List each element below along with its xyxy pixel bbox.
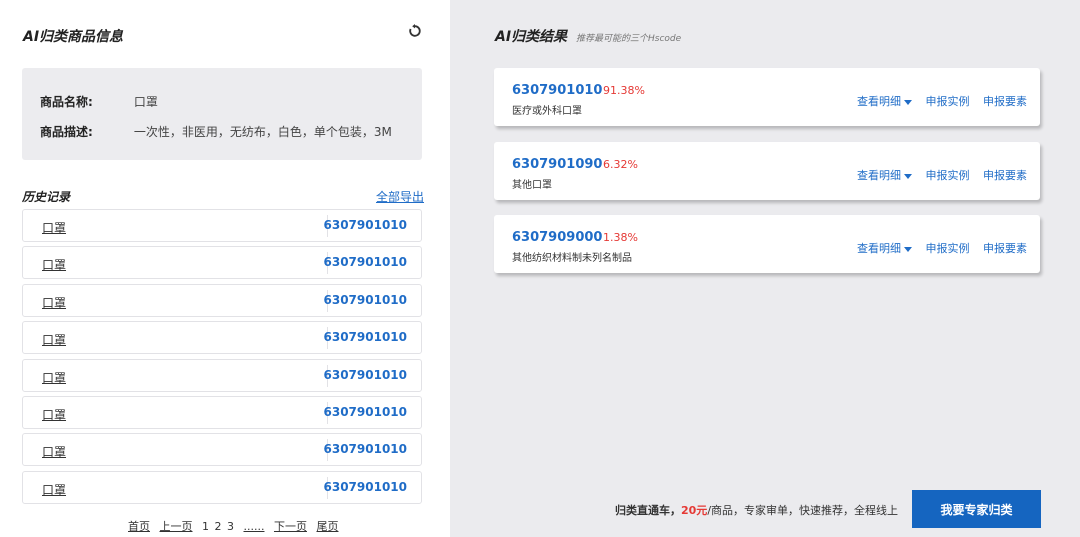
view-detail-label[interactable]: 查看明细: [857, 95, 901, 108]
declaration-example-link[interactable]: 申报实例: [926, 242, 970, 255]
result-desc: 其他纺织材料制未列名制品: [512, 253, 632, 264]
refresh-icon[interactable]: [406, 22, 424, 40]
promo-price: 20元: [681, 504, 708, 517]
result-desc: 其他口罩: [512, 180, 552, 191]
pager-prev[interactable]: 上一页: [160, 520, 193, 533]
history-list: 口罩 6307901010 口罩 6307901010 口罩 630790101…: [22, 209, 422, 508]
view-detail-label[interactable]: 查看明细: [857, 242, 901, 255]
history-row[interactable]: 口罩 6307901010: [22, 433, 422, 467]
product-info-panel: AI归类商品信息 商品名称: 口罩 商品描述: 一次性，非医用，无纺布，白色，单…: [0, 0, 450, 537]
product-desc-label: 商品描述:: [40, 125, 93, 139]
product-info-box: 商品名称: 口罩 商品描述: 一次性，非医用，无纺布，白色，单个包装，3M: [22, 68, 422, 160]
product-name-row: 商品名称: 口罩: [40, 93, 158, 110]
history-item-name[interactable]: 口罩: [42, 219, 66, 236]
product-name-value: 口罩: [133, 95, 158, 109]
result-percent: 6.32%: [603, 158, 638, 171]
history-row[interactable]: 口罩 6307901010: [22, 283, 422, 317]
history-row[interactable]: 口罩 6307901010: [22, 470, 422, 504]
history-row[interactable]: 口罩 6307901010: [22, 209, 422, 242]
pager-page-3[interactable]: 3: [227, 520, 234, 533]
result-hscode[interactable]: 6307901010: [512, 83, 602, 98]
pager-first[interactable]: 首页: [128, 520, 150, 533]
result-card: 6307901010 91.38% 医疗或外科口罩 查看明细 申报实例 申报要素: [494, 68, 1040, 126]
product-desc-value: 一次性，非医用，无纺布，白色，单个包装，3M: [133, 125, 392, 139]
pager-last[interactable]: 尾页: [316, 520, 338, 533]
history-row[interactable]: 口罩 6307901010: [22, 321, 422, 355]
promo-lead: 归类直通车，: [615, 504, 681, 517]
history-row[interactable]: 口罩 6307901010: [22, 358, 422, 392]
history-item-code[interactable]: 6307901010: [324, 218, 408, 232]
result-desc: 医疗或外科口罩: [512, 106, 582, 117]
history-item-name[interactable]: 口罩: [42, 331, 66, 348]
caret-down-icon[interactable]: [904, 246, 912, 252]
pager-next[interactable]: 下一页: [274, 520, 307, 533]
results-subtitle: 推荐最可能的三个Hscode: [576, 34, 682, 44]
history-item-name[interactable]: 口罩: [42, 256, 66, 273]
history-item-code[interactable]: 6307901010: [324, 405, 408, 419]
expert-classify-button[interactable]: 我要专家归类: [912, 490, 1041, 528]
history-item-code[interactable]: 6307901010: [324, 480, 408, 494]
pager-page-2[interactable]: 2: [215, 520, 222, 533]
declaration-elements-link[interactable]: 申报要素: [983, 169, 1027, 182]
declaration-elements-link[interactable]: 申报要素: [983, 242, 1027, 255]
result-hscode[interactable]: 6307901090: [512, 157, 602, 172]
promo-text: 归类直通车，20元/商品，专家审单，快速推荐，全程线上: [615, 502, 898, 518]
declaration-example-link[interactable]: 申报实例: [926, 169, 970, 182]
product-desc-row: 商品描述: 一次性，非医用，无纺布，白色，单个包装，3M: [40, 123, 392, 140]
history-item-name[interactable]: 口罩: [42, 294, 66, 311]
history-item-name[interactable]: 口罩: [42, 481, 66, 498]
classification-results-panel: AI归类结果 推荐最可能的三个Hscode 6307901010 91.38% …: [450, 0, 1080, 537]
view-detail-label[interactable]: 查看明细: [857, 169, 901, 182]
history-item-name[interactable]: 口罩: [42, 443, 66, 460]
view-detail-link[interactable]: 查看明细: [857, 242, 912, 255]
history-item-code[interactable]: 6307901010: [324, 368, 408, 382]
result-actions: 查看明细 申报实例 申报要素: [857, 240, 1027, 256]
pager-page-1[interactable]: 1: [202, 520, 209, 533]
view-detail-link[interactable]: 查看明细: [857, 95, 912, 108]
history-item-name[interactable]: 口罩: [42, 406, 66, 423]
result-percent: 91.38%: [603, 84, 645, 97]
pagination: 首页 上一页 1 2 3 ...... 下一页 尾页: [128, 518, 344, 534]
caret-down-icon[interactable]: [904, 173, 912, 179]
view-detail-link[interactable]: 查看明细: [857, 169, 912, 182]
results-title: AI归类结果: [495, 29, 568, 45]
history-row[interactable]: 口罩 6307901010: [22, 246, 422, 280]
history-item-name[interactable]: 口罩: [42, 369, 66, 386]
result-card: 6307901090 6.32% 其他口罩 查看明细 申报实例 申报要素: [494, 142, 1040, 200]
history-item-code[interactable]: 6307901010: [324, 442, 408, 456]
export-all-link[interactable]: 全部导出: [376, 188, 424, 205]
history-item-code[interactable]: 6307901010: [324, 255, 408, 269]
result-percent: 1.38%: [603, 231, 638, 244]
history-title: 历史记录: [22, 190, 71, 204]
product-name-label: 商品名称:: [40, 95, 93, 109]
pager-ellipsis[interactable]: ......: [244, 520, 265, 533]
caret-down-icon[interactable]: [904, 99, 912, 105]
result-card: 6307909000 1.38% 其他纺织材料制未列名制品 查看明细 申报实例 …: [494, 215, 1040, 273]
history-item-code[interactable]: 6307901010: [324, 293, 408, 307]
declaration-elements-link[interactable]: 申报要素: [983, 95, 1027, 108]
promo-rest: /商品，专家审单，快速推荐，全程线上: [707, 504, 899, 517]
result-actions: 查看明细 申报实例 申报要素: [857, 167, 1027, 183]
result-hscode[interactable]: 6307909000: [512, 230, 602, 245]
result-actions: 查看明细 申报实例 申报要素: [857, 93, 1027, 109]
history-row[interactable]: 口罩 6307901010: [22, 395, 422, 429]
history-item-code[interactable]: 6307901010: [324, 330, 408, 344]
declaration-example-link[interactable]: 申报实例: [926, 95, 970, 108]
product-info-title: AI归类商品信息: [23, 29, 124, 45]
